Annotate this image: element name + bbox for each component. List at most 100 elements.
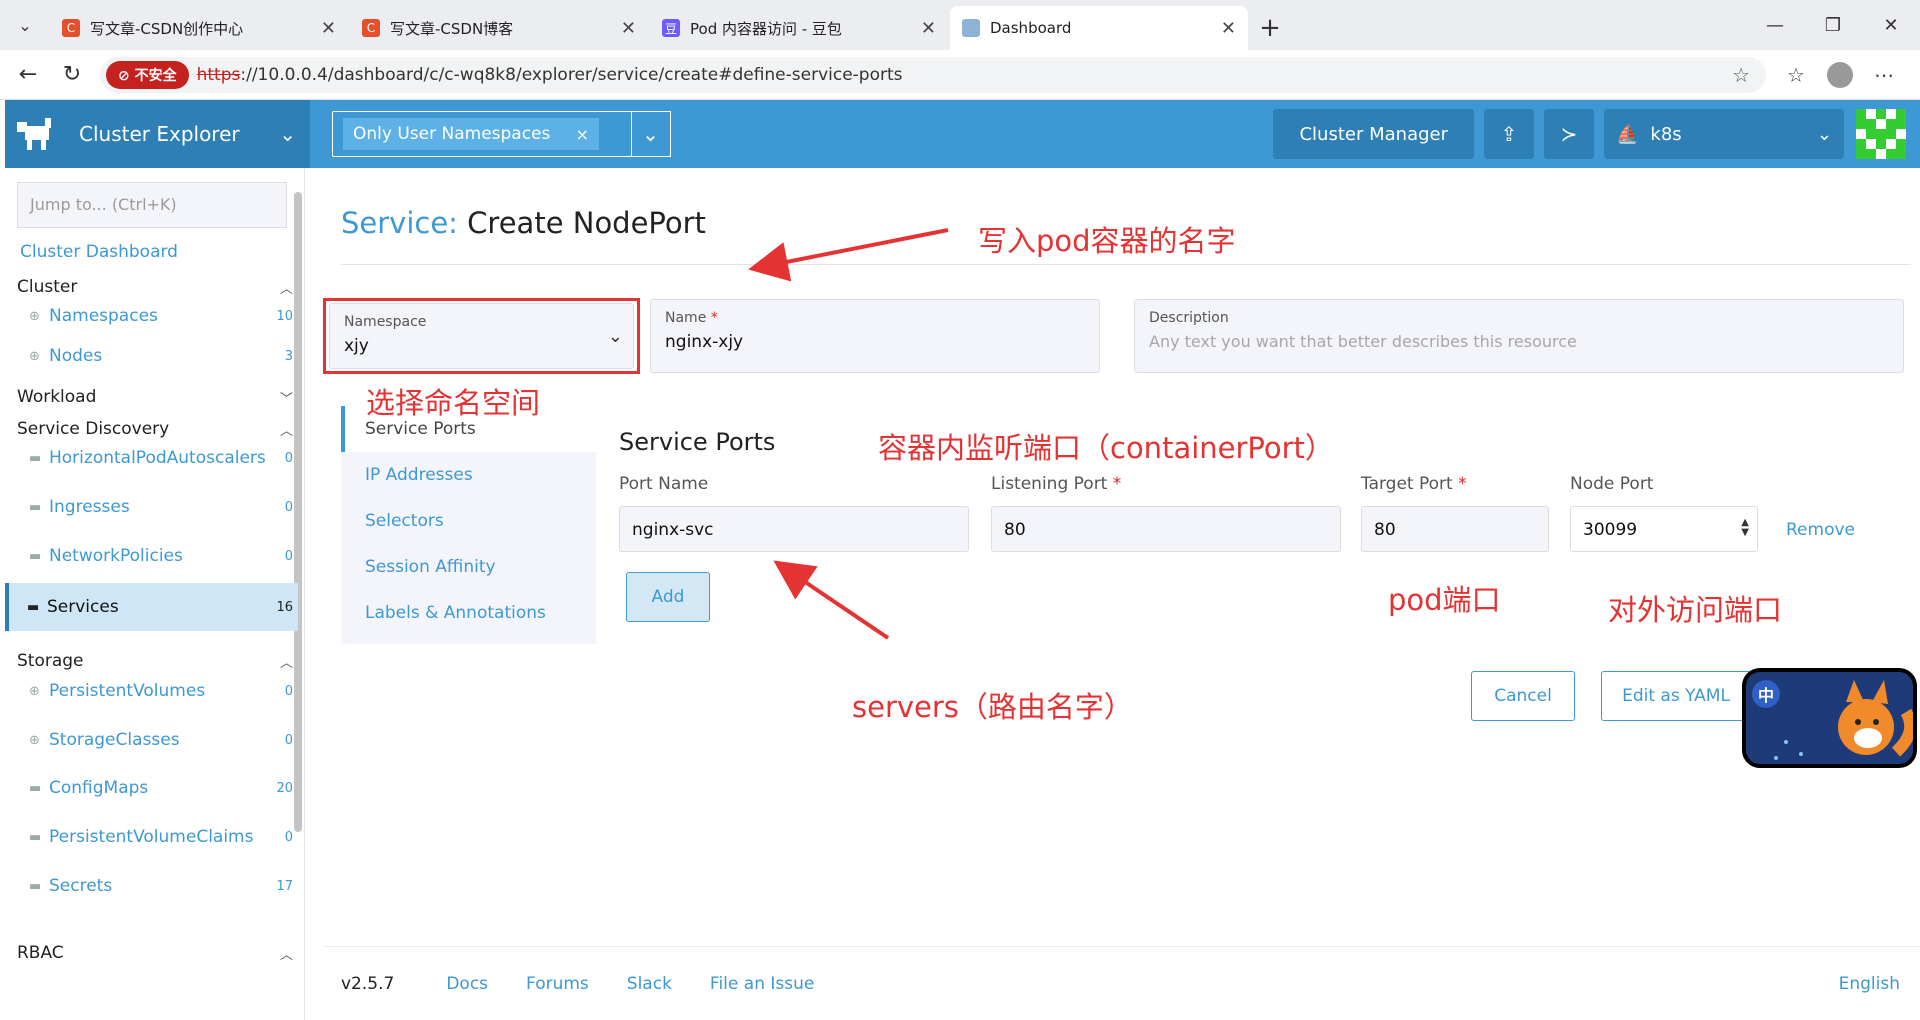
cluster-dashboard-link[interactable]: Cluster Dashboard — [20, 242, 304, 262]
folder-icon: ▬ — [29, 499, 42, 515]
reload-icon[interactable]: ↻ — [50, 55, 94, 95]
close-tab-icon[interactable]: ✕ — [1221, 18, 1236, 39]
add-port-button[interactable]: Add — [626, 572, 710, 622]
footer-link-forums[interactable]: Forums — [526, 974, 589, 994]
page-title-prefix: Service: — [341, 206, 458, 240]
more-menu-icon[interactable]: ⋯ — [1862, 55, 1906, 95]
tab-selectors[interactable]: Selectors — [341, 498, 596, 544]
restore-icon[interactable]: ❐ — [1804, 0, 1862, 50]
group-label: Storage — [17, 651, 84, 671]
sidebar-group-rbac[interactable]: RBAC ︿ — [17, 943, 293, 963]
back-arrow-icon[interactable]: ← — [6, 55, 50, 95]
sidebar-item-storageclasses[interactable]: ⊕ StorageClasses 0 — [17, 722, 293, 758]
language-selector[interactable]: English — [1839, 974, 1900, 994]
tab-labels-annotations[interactable]: Labels & Annotations — [341, 590, 596, 636]
close-tab-icon[interactable]: ✕ — [921, 18, 936, 39]
avatar — [1827, 61, 1853, 88]
rancher-favicon-icon — [962, 19, 980, 37]
sidebar-group-workload[interactable]: Workload ﹀ — [17, 387, 293, 407]
tab-title: Pod 内容器访问 - 豆包 — [690, 19, 842, 38]
close-tab-icon[interactable]: ✕ — [321, 18, 336, 39]
target-port-input[interactable]: 80 — [1361, 506, 1549, 552]
annotation-port-name-hint: servers（路由名字） — [852, 690, 1133, 724]
item-count: 0 — [284, 450, 293, 466]
sidebar-item-label: Secrets — [49, 876, 113, 896]
namespace-filter-chip[interactable]: Only User Namespaces × — [343, 118, 599, 150]
number-spinner-icon[interactable]: ▲ ▼ — [1741, 518, 1749, 538]
sidebar-item-nodes[interactable]: ⊕ Nodes 3 — [17, 338, 293, 374]
profile-icon[interactable] — [1818, 55, 1862, 95]
sidebar-item-label: HorizontalPodAutoscalers — [49, 448, 266, 468]
group-label: Service Discovery — [17, 419, 170, 439]
sidebar-item-ingresses[interactable]: ▬ Ingresses 0 — [17, 489, 293, 525]
mascot-badge: 中 — [1758, 686, 1775, 705]
footer-link-slack[interactable]: Slack — [627, 974, 672, 994]
url-scheme: https — [196, 64, 241, 85]
sidebar-item-pvcs[interactable]: ▬ PersistentVolumeClaims 0 — [17, 819, 293, 855]
sidebar-item-label: ConfigMaps — [49, 778, 149, 798]
url-bar[interactable]: ⊘ 不安全 https://10.0.0.4/dashboard/c/c-wq8… — [100, 56, 1766, 93]
close-tab-icon[interactable]: ✕ — [621, 18, 636, 39]
tab-list-dropdown[interactable]: ⌄ — [0, 0, 50, 50]
namespace-highlight-box — [323, 298, 640, 374]
rancher-cow-logo-icon — [17, 115, 57, 153]
sidebar-group-storage[interactable]: Storage ︿ — [17, 651, 293, 671]
cluster-explorer-menu[interactable]: Cluster Explorer ⌄ — [5, 100, 310, 168]
new-tab-button[interactable]: + — [1250, 6, 1290, 50]
col-port-name: Port Name — [619, 474, 709, 494]
sidebar-item-hpa[interactable]: ▬ HorizontalPodAutoscalers 0 — [17, 440, 293, 476]
remove-filter-icon[interactable]: × — [576, 125, 589, 144]
sidebar-item-networkpolicies[interactable]: ▬ NetworkPolicies 0 — [17, 538, 293, 574]
browser-tab-csdn-blog[interactable]: C 写文章-CSDN博客 ✕ — [350, 6, 648, 50]
close-window-icon[interactable]: ✕ — [1862, 0, 1920, 50]
tab-title: Dashboard — [990, 19, 1072, 37]
jump-to-search-input[interactable]: Jump to... (Ctrl+K) — [17, 182, 287, 228]
node-port-input[interactable]: 30099 ▲ ▼ — [1570, 506, 1758, 552]
footer-link-docs[interactable]: Docs — [446, 974, 488, 994]
cancel-button[interactable]: Cancel — [1471, 671, 1575, 721]
sidebar-item-services[interactable]: ▬ Services 16 — [5, 583, 298, 631]
scrollbar-thumb[interactable] — [294, 192, 302, 832]
description-field[interactable]: Description Any text you want that bette… — [1134, 299, 1904, 373]
kubectl-shell-icon[interactable]: ≻ — [1544, 109, 1594, 159]
annotation-name-hint: 写入pod容器的名字 — [978, 224, 1236, 258]
browser-tab-dashboard[interactable]: Dashboard ✕ — [950, 6, 1248, 50]
listening-port-input[interactable]: 80 — [991, 506, 1341, 552]
sidebar-item-secrets[interactable]: ▬ Secrets 17 — [17, 868, 293, 904]
col-target-port: Target Port * — [1361, 474, 1467, 494]
edit-as-yaml-button[interactable]: Edit as YAML — [1601, 671, 1751, 721]
csdn-favicon-icon: C — [362, 19, 380, 37]
brand-title: Cluster Explorer — [79, 122, 240, 146]
sidebar-group-service-discovery[interactable]: Service Discovery ︿ — [17, 419, 293, 439]
remove-port-link[interactable]: Remove — [1786, 520, 1855, 540]
browser-tab-csdn-creator[interactable]: C 写文章-CSDN创作中心 ✕ — [50, 6, 348, 50]
cluster-manager-button[interactable]: Cluster Manager — [1273, 109, 1474, 159]
folder-icon: ▬ — [29, 548, 42, 564]
sidebar-item-label: NetworkPolicies — [49, 546, 183, 566]
sidebar-item-namespaces[interactable]: ⊕ Namespaces 10 — [17, 298, 293, 334]
tab-ip-addresses[interactable]: IP Addresses — [341, 452, 596, 498]
favorites-icon[interactable]: ☆ — [1774, 55, 1818, 95]
port-name-input[interactable]: nginx-svc — [619, 506, 969, 552]
annotation-container-port-hint: 容器内监听端口（containerPort） — [878, 431, 1334, 465]
browser-tab-doubao[interactable]: 豆 Pod 内容器访问 - 豆包 ✕ — [650, 6, 948, 50]
user-avatar[interactable] — [1856, 109, 1906, 159]
import-yaml-icon[interactable]: ⇪ — [1484, 109, 1534, 159]
item-count: 16 — [276, 599, 293, 615]
bookmark-star-icon[interactable]: ☆ — [1732, 63, 1750, 87]
footer-link-file-issue[interactable]: File an Issue — [710, 974, 814, 994]
cluster-selector[interactable]: ⛵ k8s ⌄ — [1604, 109, 1844, 159]
minimize-icon[interactable]: — — [1746, 0, 1804, 50]
namespace-filter-dropdown[interactable]: ⌄ — [631, 111, 671, 157]
chevron-down-icon: ⌄ — [1816, 123, 1832, 145]
sidebar-item-configmaps[interactable]: ▬ ConfigMaps 20 — [17, 770, 293, 806]
sidebar-item-persistentvolumes[interactable]: ⊕ PersistentVolumes 0 — [17, 673, 293, 709]
not-secure-badge[interactable]: ⊘ 不安全 — [106, 60, 189, 89]
item-count: 17 — [276, 878, 293, 894]
namespace-filter[interactable]: Only User Namespaces × — [332, 111, 632, 157]
floating-mascot-widget[interactable]: 中 — [1742, 668, 1917, 768]
tab-session-affinity[interactable]: Session Affinity — [341, 544, 596, 590]
sidebar-group-cluster[interactable]: Cluster ︿ — [17, 277, 293, 297]
chevron-up-icon: ︿ — [279, 947, 293, 963]
name-field[interactable]: Name * nginx-xjy — [650, 299, 1100, 373]
